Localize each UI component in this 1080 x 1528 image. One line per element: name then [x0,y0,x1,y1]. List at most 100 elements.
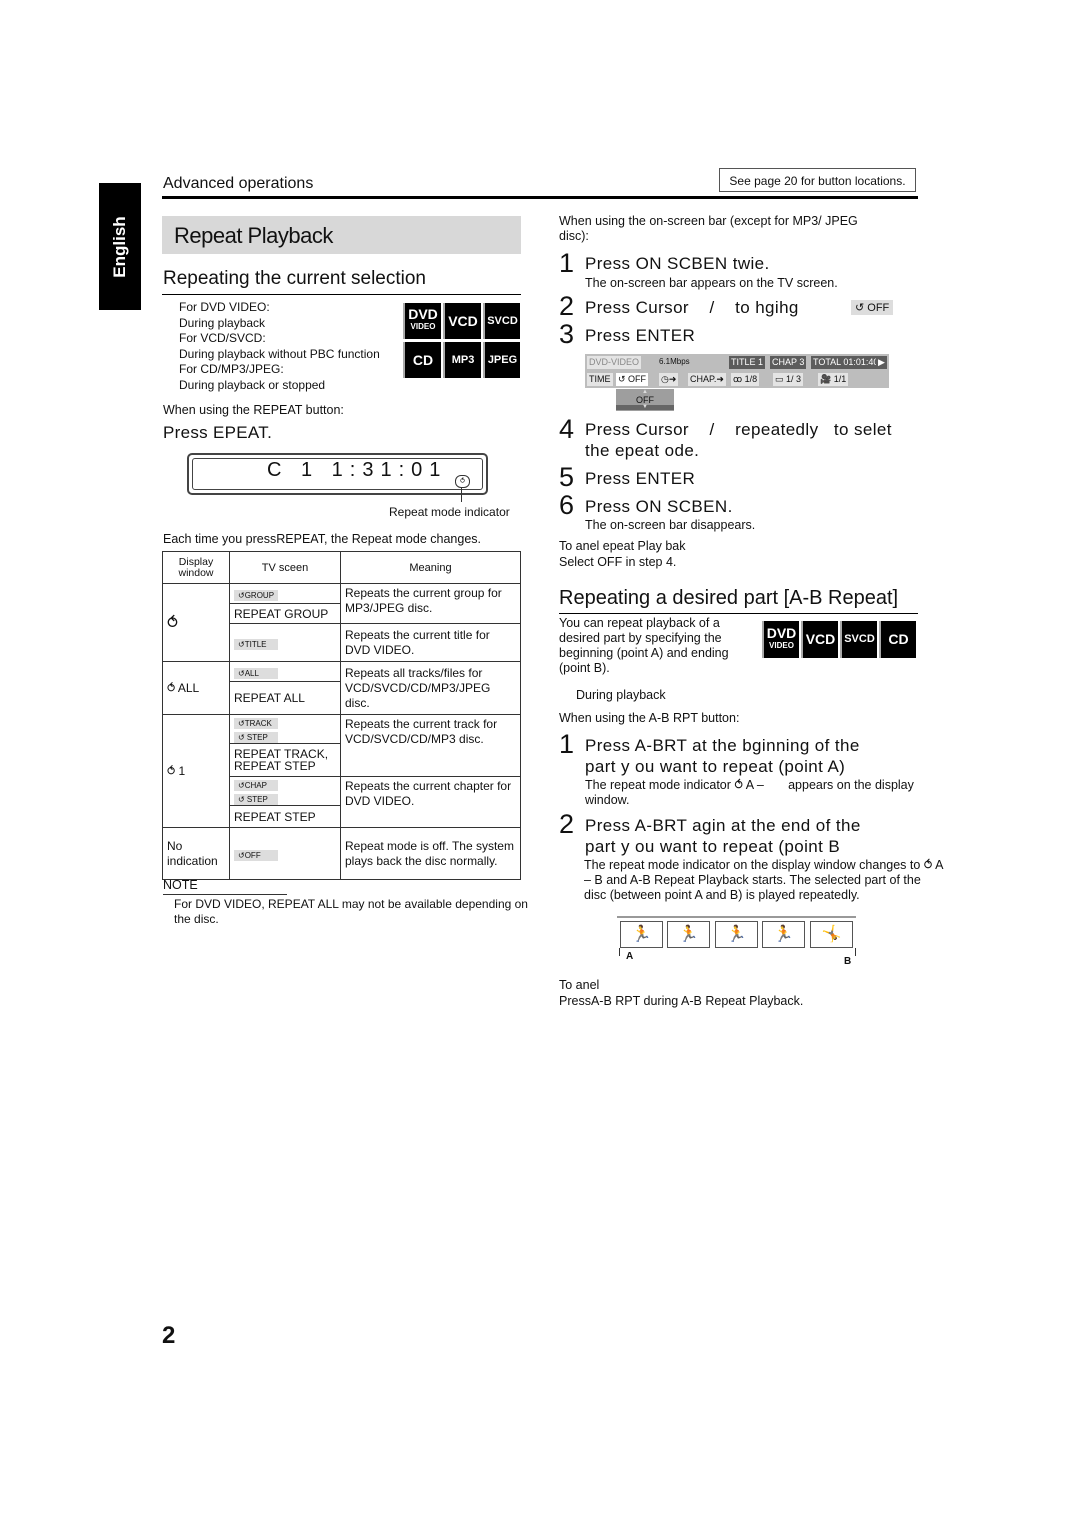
step-text: Press ENTER [585,469,696,488]
language-tab: English [99,183,141,310]
meaning-cell: Repeat mode is off. The system plays bac… [340,827,521,880]
step-number: 5 [559,462,575,492]
osd-time-search[interactable]: ◷➜ [659,373,679,386]
tv-chip: ↺TITLE [234,638,278,650]
point-b-label: B [844,956,852,967]
when-using-repeat: When using the REPEAT button: [163,403,344,417]
ab-cancel-text: PressA-B RPT during A-B Repeat Playback. [559,994,804,1008]
heading-current-selection: Repeating the current selection [163,268,426,289]
film-frame: 🏃 [620,921,663,948]
badge-dvd-video: DVD VIDEO [762,621,799,658]
page-title: Repeat Playback [174,223,333,248]
heading-rule [559,613,918,614]
step-text-2: part y ou want to repeat (point A) [585,757,846,776]
step-text-2: part y ou want to repeat (point B [585,837,841,856]
step-text: Press A-BRT agin at the end of the [585,816,861,835]
step-text: Press ON SCBEN twie. [585,254,770,273]
step-sub: The repeat mode indicator ⥀ A – appears … [585,778,918,807]
header-tv: TV sceen [229,551,341,584]
table-row: ⥀ ↺GROUP Repeats the current group for M… [162,583,521,662]
osd-next-icon[interactable]: ▶ [876,356,887,369]
step-number: 4 [559,414,575,444]
osd-chap: CHAP 3 [770,356,807,369]
table-row: No indication ↺OFF Repeat mode is off. T… [162,827,521,880]
osd-repeat[interactable]: ↺ OFF [616,373,649,386]
condition-line: For VCD/SVCD: [179,331,266,345]
onscreen-bar: DVD-VIDEO 6.1Mbps TITLE 1 CHAP 3 TOTAL 0… [585,354,889,388]
tv-chip: ↺ STEP [234,732,278,743]
header-display: Display window [162,551,230,584]
section-label: Advanced operations [163,175,314,192]
note-rule [163,894,287,895]
badge-mp3: MP3 [443,342,481,378]
badge-svcd: SVCD [483,303,520,339]
badge-vcd: VCD [801,621,838,658]
film-frame: 🤸 [810,921,853,948]
step-text: Press ENTER [585,326,696,345]
conditions-list: For DVD VIDEO: During playback For VCD/S… [179,300,380,393]
point-a-marker [619,948,620,956]
condition-line: During playback without PBC function [179,346,380,361]
osd-disc: DVD-VIDEO [587,356,642,369]
tv-chip: ↺OFF [234,849,278,861]
display-cell: ⥀ [162,583,230,662]
heading-ab-repeat: Repeating a desired part [A-B Repeat] [559,587,899,609]
meaning-cell: Repeats the current group for MP3/JPEG d… [340,583,521,624]
step-number: 2 [559,291,575,321]
osd-subtitle[interactable]: ▭ 1/ 3 [773,373,804,386]
step-sub: The on-screen bar disappears. [585,518,756,532]
osd-audio[interactable]: ꝏ 1/8 [731,373,760,386]
osd-chap-search[interactable]: CHAP.➜ [688,373,726,386]
header-rule [162,196,918,199]
tv-text: REPEAT GROUP [229,603,341,624]
tv-chip: ↺ALL [234,667,278,679]
osd-time[interactable]: TIME [587,373,613,386]
badge-cd: CD [879,621,916,658]
step-sub: The on-screen bar appears on the TV scre… [585,276,838,290]
header-meaning: Meaning [340,551,521,584]
ab-cancel-label: To anel [559,978,600,992]
osd-angle[interactable]: 🎥 1/1 [818,373,849,386]
step-number: 1 [559,729,575,759]
step-text: Press Cursor / repeatedly to selet [585,420,892,439]
badge-cd: CD [403,342,441,378]
cancel-label: To anel epeat Play bak [559,539,686,553]
repeat-indicator-icon: ⥀ [455,475,470,488]
tv-chip: ↺GROUP [234,589,279,601]
display-window: C 1 1:31:01 ⥀ [187,453,488,495]
display-cell: ⥀ 1 [162,714,230,828]
step-sub: The repeat mode indicator on the display… [584,858,943,902]
osd-repeat-dropdown[interactable]: ▲ OFF ▼ [616,389,674,411]
page-number: 2 [162,1322,176,1349]
condition-line: For CD/MP3/JPEG: [179,362,284,376]
step-text: Press Cursor / to hgihg [585,298,799,317]
indicator-label: Repeat mode indicator [389,505,510,519]
display-readout: C 1 1:31:01 [267,459,448,481]
ab-intro: You can repeat playback of a desired par… [559,616,729,675]
language-label: English [110,215,129,278]
film-frame: 🏃 [667,921,710,948]
note-label: NOTE [163,878,198,892]
badge-vcd: VCD [443,303,481,339]
step-number: 6 [559,490,575,520]
ab-when: When using the A-B RPT button: [559,711,740,725]
press-repeat: Press EPEAT. [163,423,273,442]
step-number: 2 [559,809,575,839]
condition-line: For DVD VIDEO: [179,300,270,314]
note-text: For DVD VIDEO, REPEAT ALL may not be ava… [174,897,528,926]
tv-text: REPEAT ALL [229,681,341,715]
meaning-cell: Repeats the current title for DVD VIDEO. [340,623,521,662]
step-text-2: the epeat ode. [585,441,700,460]
condition-line: During playback [179,315,266,330]
meaning-cell: Repeats the current track for VCD/SVCD/C… [340,714,521,777]
table-row: ⥀ 1 ↺TRACK ↺ STEP Repeats the current tra… [162,714,521,828]
step-number: 1 [559,248,575,278]
display-cell: ⥀ ALL [162,661,230,715]
meaning-cell: Repeats the current chapter for DVD VIDE… [340,776,521,828]
badge-dvd-video: DVD VIDEO [403,303,441,339]
display-cell: No indication [162,827,230,880]
tv-text: REPEAT TRACK, REPEAT STEP [229,743,341,777]
badge-svcd: SVCD [840,621,877,658]
condition-line: During playback or stopped [179,377,326,392]
ab-filmstrip: 🏃 🏃 🏃 🏃 🤸 [617,916,856,950]
